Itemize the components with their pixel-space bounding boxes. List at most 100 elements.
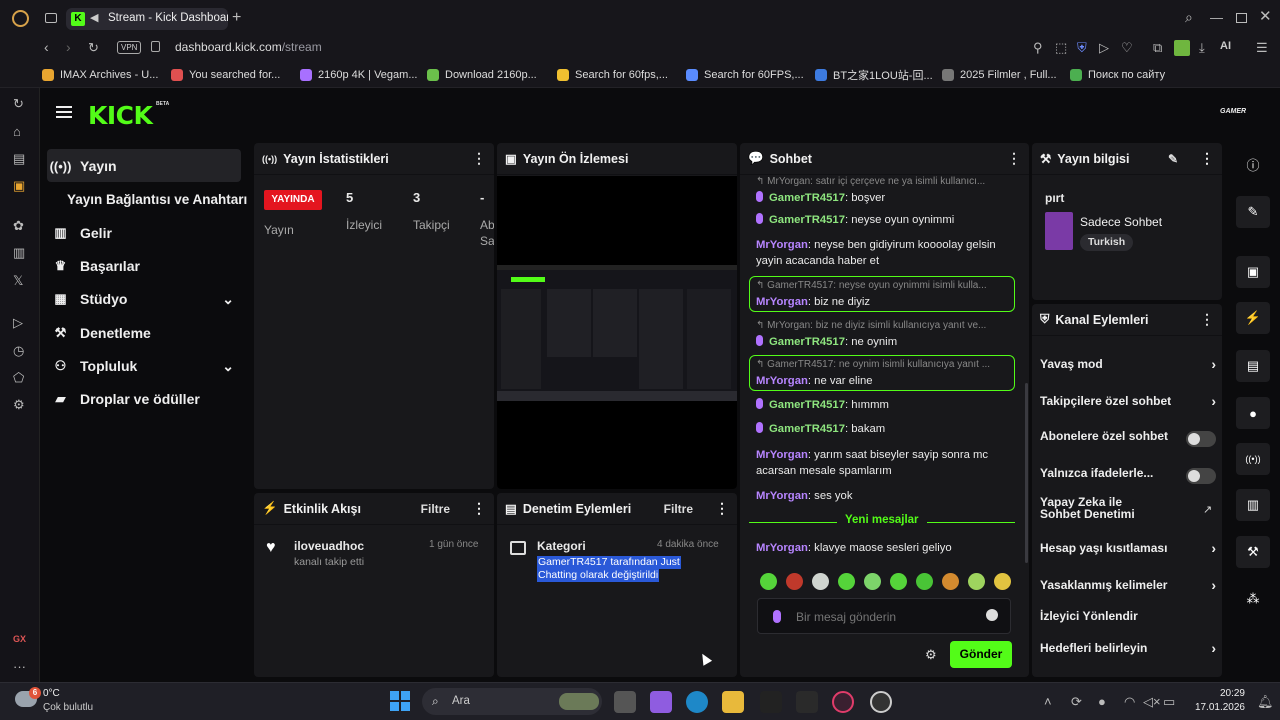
chat-username[interactable]: MrYorgan [756,490,808,502]
minimize-icon[interactable]: — [1210,11,1223,24]
chat-message[interactable]: GamerTR4517: hımmm [756,397,1014,413]
more-options-icon[interactable]: ⋮ [1200,311,1214,328]
mic-icon[interactable]: ● [1098,695,1106,708]
maximize-icon[interactable] [1236,13,1247,23]
url-field[interactable]: dashboard.kick.com/stream [175,40,322,54]
filter-button[interactable]: Filtre [664,502,693,516]
emote-icon[interactable] [838,573,855,590]
sidebar-item-studyo[interactable]: ▦ Stüdyo ⌄ [53,291,234,308]
more-icon[interactable]: ··· [13,660,26,673]
avatar[interactable]: GAMER [1220,108,1246,115]
chat-message[interactable]: MrYorgan: yarım saat biseyler sayip sonr… [756,447,1014,479]
sync-icon[interactable]: ⟳ [1071,695,1082,708]
lock-icon[interactable] [151,41,160,52]
forward-icon[interactable]: › [66,40,71,54]
download-icon[interactable]: ⤓ [1199,41,1205,54]
external-link-icon[interactable]: ↗ [1203,503,1212,516]
preview-player[interactable] [497,176,737,489]
chat-username[interactable]: GamerTR4517 [769,336,845,348]
bookmark-item[interactable]: BT之家1LOU站-回... [815,67,933,82]
sidebar-item-yayin[interactable]: ((•)) Yayın [50,158,117,174]
chat-message[interactable]: MrYorgan: ses yok [756,488,1014,504]
hamburger-menu-icon[interactable] [56,106,72,108]
new-tab-button[interactable]: + [232,9,241,27]
heart-icon[interactable]: ♡ [1121,41,1133,54]
browser-tab-active[interactable]: K ◀ Stream - Kick Dashboard [66,8,228,30]
chat-message[interactable]: GamerTR4517: neyse oyun oynimmi [756,212,1014,228]
weather-temp[interactable]: 0°C [43,688,60,699]
bookmark-item[interactable]: 2160p 4K | Vegam... [300,67,417,82]
chevron-up-icon[interactable]: ˄ [1044,695,1052,708]
emote-icon[interactable] [864,573,881,590]
obs-icon[interactable] [870,691,892,713]
messenger-icon[interactable]: ▥ [13,246,25,259]
gx-corner-icon[interactable]: ▤ [13,152,25,165]
sidebar-item-denetleme[interactable]: ⚒ Denetleme [53,325,151,341]
history-icon[interactable]: ◷ [13,344,24,357]
chat-username[interactable]: MrYorgan [756,449,808,461]
bookmark-item[interactable]: Поиск по сайту [1070,67,1165,82]
subscribers-only-toggle[interactable] [1186,431,1216,447]
clock-time[interactable]: 20:29 [1197,688,1245,699]
chat-input-box[interactable] [757,598,1011,634]
copilot-icon[interactable] [650,691,672,713]
emotes-only-toggle[interactable] [1186,468,1216,484]
vpn-badge[interactable]: VPN [117,41,142,54]
menu-icon[interactable]: ☰ [1256,41,1268,54]
ai-button[interactable]: AI [1220,40,1231,52]
chat-scrollbar[interactable] [1025,383,1028,563]
chat-username[interactable]: MrYorgan [756,542,808,554]
sidebar-item-stream-key[interactable]: Yayın Bağlantısı ve Anahtarı [67,192,247,207]
chat-message[interactable]: ↰ MrYorgan: satır içi çerçeve ne ya isim… [756,174,1014,206]
emote-icon[interactable] [994,573,1011,590]
emote-icon[interactable] [942,573,959,590]
bookmark-item[interactable]: Search for 60fps,... [557,67,668,82]
speaker-icon[interactable]: ◀ [90,11,98,24]
music-icon[interactable]: ▣ [13,179,25,192]
chat-username[interactable]: MrYorgan [756,239,808,251]
chat-settings-icon[interactable]: ⚙ [925,647,937,663]
emote-icon[interactable] [968,573,985,590]
search-icon[interactable]: ⌕ [1185,10,1193,24]
bookmark-item[interactable]: Search for 60FPS,... [686,67,804,82]
app-icon[interactable] [760,691,782,713]
tab-manager-icon[interactable] [45,13,57,23]
bookmark-item[interactable]: You searched for... [171,67,280,82]
send-button[interactable]: Gönder [950,641,1012,668]
layout-icon[interactable]: ▥ [1236,489,1270,521]
wrench-icon[interactable]: ⚒ [1236,536,1270,568]
broadcast-icon[interactable]: ((•)) [1236,443,1270,475]
file-explorer-icon[interactable] [722,691,744,713]
app-icon[interactable] [796,691,818,713]
windows-start-icon[interactable] [390,691,410,711]
chat-message[interactable]: ↰ MrYorgan: biz ne diyiz isimli kullanıc… [756,318,1014,350]
document-icon[interactable]: ▤ [1236,350,1270,382]
action-goals[interactable]: Hedefleri belirleyin › [1040,640,1216,656]
chat-message[interactable]: ↰ GamerTR4517: neyse oyun oynimmi isimli… [756,278,1014,310]
emote-icon[interactable] [812,573,829,590]
more-options-icon[interactable]: ⋮ [715,500,729,517]
edge-icon[interactable] [686,691,708,713]
x-twitter-icon[interactable]: 𝕏 [13,274,23,287]
chatgpt-icon[interactable]: ✿ [13,219,24,232]
filter-button[interactable]: Filtre [421,502,450,516]
more-options-icon[interactable]: ⋮ [1007,150,1021,167]
emote-icon[interactable] [890,573,907,590]
extensions-sidebar-icon[interactable]: ⬠ [13,371,24,384]
emote-icon[interactable] [786,573,803,590]
sidebar-item-topluluk[interactable]: ⚇ Topluluk ⌄ [53,358,234,375]
aria-icon[interactable]: ↻ [13,97,24,110]
weather-desc[interactable]: Çok bulutlu [43,702,93,713]
chat-username[interactable]: GamerTR4517 [769,214,845,226]
reload-icon[interactable]: ↻ [88,41,99,54]
chat-username[interactable]: GamerTR4517 [769,192,845,204]
opera-logo-icon[interactable] [12,10,29,27]
player-icon[interactable]: ▷ [13,316,23,329]
clip-icon[interactable]: ▣ [1236,256,1270,288]
sidebar-item-droplar[interactable]: ▰ Droplar ve ödüller [53,391,200,407]
extensions-icon[interactable]: ⧉ [1153,41,1162,54]
opera-gx-icon[interactable] [832,691,854,713]
bookmark-item[interactable]: 2025 Filmler , Full... [942,67,1057,82]
volume-muted-icon[interactable]: ◁× [1143,695,1161,708]
emote-icon[interactable] [760,573,777,590]
